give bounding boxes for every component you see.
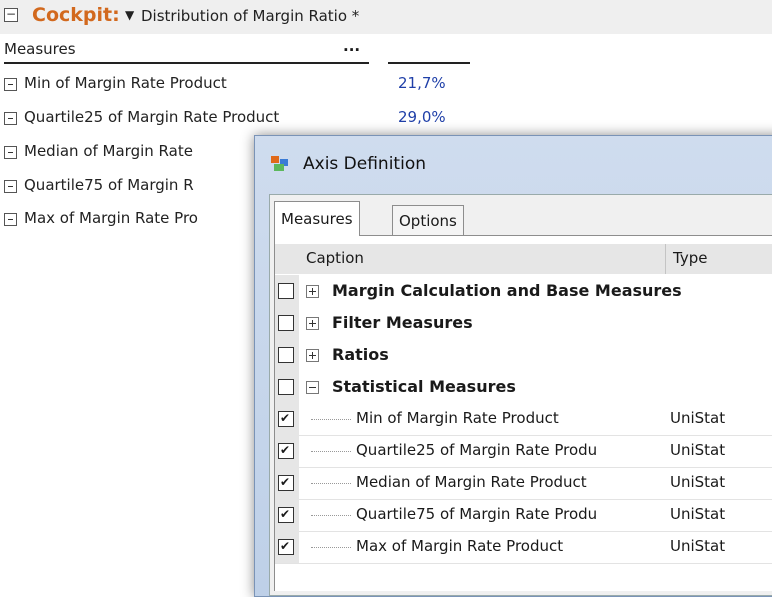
tab-options[interactable]: Options [392,205,464,236]
measure-label: Min of Margin Rate Product [24,74,227,92]
measure-label: Median of Margin Rate [24,142,193,160]
expand-icon[interactable] [306,285,319,298]
group-label: Ratios [332,345,389,364]
item-checkbox[interactable] [278,507,294,523]
group-checkbox[interactable] [278,347,294,363]
group-row[interactable]: Margin Calculation and Base Measures [275,275,772,307]
header-underline [4,62,369,64]
group-label: Statistical Measures [332,377,516,396]
measure-label: Max of Margin Rate Pro [24,209,198,227]
group-row[interactable]: Filter Measures [275,307,772,339]
item-type: UniStat [670,537,726,555]
dialog-title: Axis Definition [303,154,426,174]
cockpit-label: Cockpit: [32,4,120,26]
measures-more-button[interactable]: ... [343,37,360,55]
item-checkbox[interactable] [278,475,294,491]
item-checkbox[interactable] [278,539,294,555]
item-caption: Quartile25 of Margin Rate Produ [356,441,598,459]
measure-label: Quartile75 of Margin R [24,176,194,194]
group-checkbox[interactable] [278,315,294,331]
group-row[interactable]: Ratios [275,339,772,371]
axis-definition-dialog: Axis Definition Measures Options Caption… [254,135,772,597]
item-caption: Max of Margin Rate Product [356,537,564,555]
measure-item-row[interactable]: Median of Margin Rate Product UniStat [275,467,772,500]
column-separator[interactable] [665,244,666,274]
item-caption: Quartile75 of Margin Rate Produ [356,505,598,523]
measure-value: 29,0% [398,108,446,126]
measure-item-row[interactable]: Quartile75 of Margin Rate Produ UniStat [275,499,772,532]
measure-row[interactable]: Min of Margin Rate Product 21,7% [4,72,464,96]
expand-icon[interactable] [306,349,319,362]
collapse-icon[interactable] [4,78,17,91]
triangle-down-icon[interactable]: ▼ [125,8,134,22]
collapse-icon[interactable] [306,381,319,394]
measure-row[interactable]: Quartile25 of Margin Rate Product 29,0% [4,106,464,130]
item-caption: Median of Margin Rate Product [356,473,587,491]
grid-header: Caption Type [275,244,772,274]
group-label: Filter Measures [332,313,473,332]
item-checkbox[interactable] [278,443,294,459]
tree-connector [311,419,351,421]
value-underline [388,62,470,64]
caption-column-header[interactable]: Caption [306,249,364,267]
tree-connector [311,451,351,453]
item-type: UniStat [670,473,726,491]
measure-item-row[interactable]: Max of Margin Rate Product UniStat [275,531,772,564]
top-bar: − Cockpit: ▼ Distribution of Margin Rati… [0,0,772,34]
distribution-title[interactable]: Distribution of Margin Ratio * [141,7,359,25]
collapse-icon[interactable]: − [4,8,18,22]
measure-item-row[interactable]: Min of Margin Rate Product UniStat [275,403,772,436]
item-type: UniStat [670,409,726,427]
measures-header: Measures [4,40,76,58]
measures-tab-panel: Caption Type Margin Calculation and Base… [274,235,772,591]
group-checkbox[interactable] [278,283,294,299]
group-label: Margin Calculation and Base Measures [332,281,682,300]
measure-label: Quartile25 of Margin Rate Product [24,108,280,126]
axis-definition-icon [271,156,289,172]
collapse-icon[interactable] [4,213,17,226]
item-checkbox[interactable] [278,411,294,427]
tab-measures[interactable]: Measures [274,201,360,236]
tree-connector [311,515,351,517]
item-type: UniStat [670,505,726,523]
item-type: UniStat [670,441,726,459]
tree-connector [311,547,351,549]
dialog-body: Measures Options Caption Type Margin Cal… [269,194,772,596]
item-caption: Min of Margin Rate Product [356,409,559,427]
group-checkbox[interactable] [278,379,294,395]
collapse-icon[interactable] [4,112,17,125]
collapse-icon[interactable] [4,146,17,159]
tree-connector [311,483,351,485]
group-row[interactable]: Statistical Measures [275,371,772,403]
collapse-icon[interactable] [4,180,17,193]
measure-item-row[interactable]: Quartile25 of Margin Rate Produ UniStat [275,435,772,468]
measure-value: 21,7% [398,74,446,92]
type-column-header[interactable]: Type [673,249,707,267]
expand-icon[interactable] [306,317,319,330]
